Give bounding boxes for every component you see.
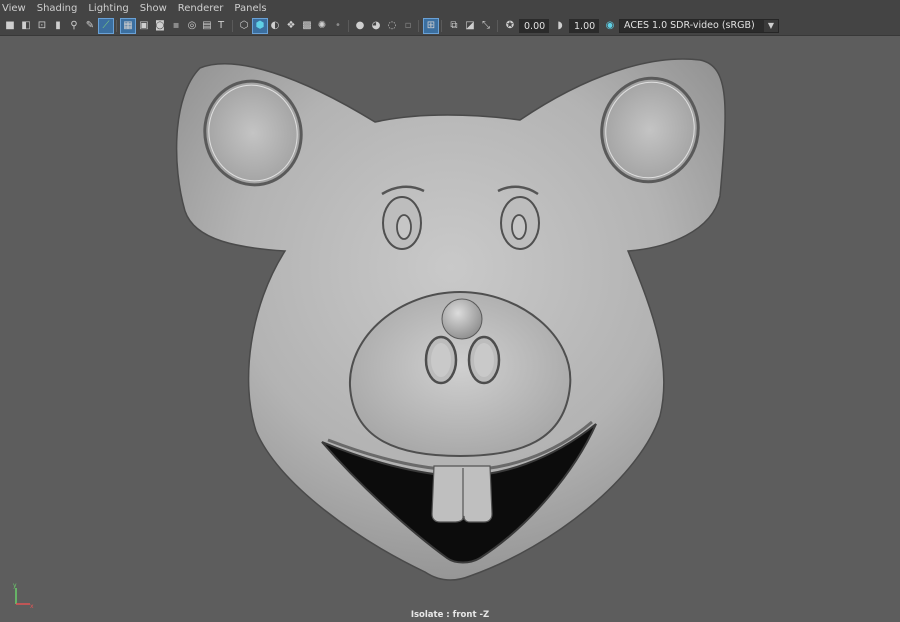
menu-renderer[interactable]: Renderer: [173, 0, 230, 17]
smooth-shade-icon[interactable]: ⬢: [252, 18, 268, 34]
nose[interactable]: [441, 298, 483, 340]
menu-lighting[interactable]: Lighting: [83, 0, 134, 17]
safe-action-icon[interactable]: ◎: [185, 19, 199, 33]
xray-icon[interactable]: ⧉: [447, 19, 461, 33]
exposure-icon[interactable]: ✪: [503, 19, 517, 33]
exposure-field[interactable]: 0.00: [519, 19, 549, 33]
use-default-material-icon[interactable]: ◐: [268, 19, 282, 33]
safe-title-icon[interactable]: ▤: [200, 19, 214, 33]
film-gate-icon[interactable]: ▦: [120, 18, 136, 34]
axis-gizmo: y x: [13, 582, 34, 610]
image-plane-icon[interactable]: ▮: [51, 19, 65, 33]
anti-aliasing-icon[interactable]: ◌: [385, 19, 399, 33]
shadows-icon[interactable]: •: [331, 19, 345, 33]
xray-joints-icon[interactable]: T: [214, 19, 228, 33]
depth-of-field-icon[interactable]: ▫: [401, 19, 415, 33]
camera-name-label: Isolate : front -Z: [410, 610, 490, 620]
camera-attributes-icon[interactable]: ◧: [19, 19, 33, 33]
menu-show[interactable]: Show: [135, 0, 173, 17]
expand-icon[interactable]: ⤡: [479, 19, 493, 33]
menu-shading[interactable]: Shading: [32, 0, 84, 17]
gate-mask-icon[interactable]: ◙: [153, 19, 167, 33]
axis-y-label: y: [13, 582, 17, 589]
rat-face-model[interactable]: [0, 36, 900, 622]
wireframe-icon[interactable]: ⬡: [237, 19, 251, 33]
gamma-field[interactable]: 1.00: [569, 19, 599, 33]
color-space-select[interactable]: ACES 1.0 SDR-video (sRGB) ▼: [619, 19, 779, 33]
color-space-value: ACES 1.0 SDR-video (sRGB): [624, 20, 755, 31]
menu-view[interactable]: View: [0, 0, 32, 17]
motion-blur-icon[interactable]: ◕: [369, 19, 383, 33]
isolate-select-icon[interactable]: ⊞: [423, 18, 439, 34]
axis-x-label: x: [30, 603, 34, 610]
grease-pencil-icon[interactable]: ✎: [83, 19, 97, 33]
gamma-icon[interactable]: ◗: [553, 19, 567, 33]
chevron-down-icon[interactable]: ▼: [764, 20, 778, 32]
panel-menu-bar: View Shading Lighting Show Renderer Pane…: [0, 0, 900, 17]
xray-active-components-icon[interactable]: ◪: [463, 19, 477, 33]
color-management-icon[interactable]: ◉: [603, 19, 617, 33]
menu-panels[interactable]: Panels: [229, 0, 272, 17]
screen-space-ao-icon[interactable]: ●: [353, 19, 367, 33]
teeth: [431, 465, 493, 523]
field-chart-icon[interactable]: ▪: [169, 19, 183, 33]
use-all-lights-icon[interactable]: ✺: [315, 19, 329, 33]
wireframe-on-shaded-icon[interactable]: ❖: [284, 19, 298, 33]
select-camera-icon[interactable]: ■: [3, 19, 17, 33]
bookmark-icon[interactable]: ⊡: [35, 19, 49, 33]
panel-toolbar: ■ ◧ ⊡ ▮ ⚲ ✎ ⟋ ▦ ▣ ◙ ▪ ◎ ▤ T ⬡ ⬢ ◐ ❖ ▩ ✺ …: [0, 17, 900, 36]
grid-icon[interactable]: ⟋: [98, 18, 114, 34]
viewport[interactable]: y x: [0, 36, 900, 622]
resolution-gate-icon[interactable]: ▣: [137, 19, 151, 33]
textured-icon[interactable]: ▩: [300, 19, 314, 33]
2d-pan-zoom-icon[interactable]: ⚲: [67, 19, 81, 33]
